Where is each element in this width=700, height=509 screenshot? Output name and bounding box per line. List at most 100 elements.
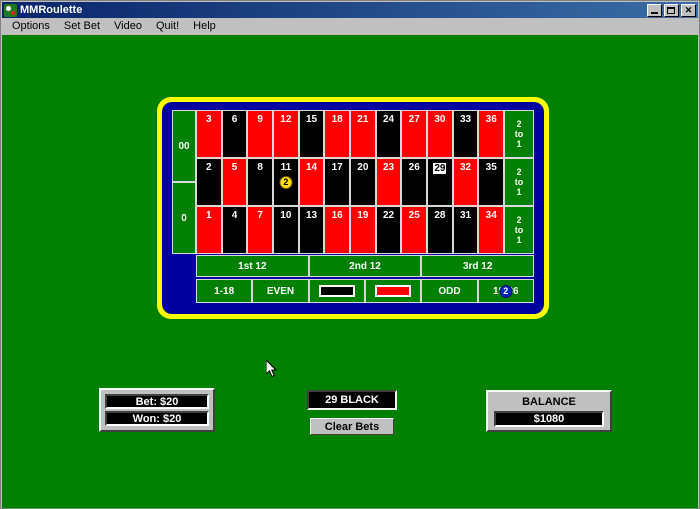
number-label: 26 — [408, 162, 420, 173]
bet-chip-19-36[interactable]: 2 — [499, 284, 513, 298]
number-label: 4 — [231, 210, 238, 221]
bet-cell-20[interactable]: 20 — [350, 158, 376, 206]
bet-cell-11[interactable]: 11 2 — [273, 158, 299, 206]
number-label: 11 — [280, 162, 292, 173]
balance-label: BALANCE — [522, 396, 576, 408]
column-bet-line3: 1 — [516, 187, 522, 197]
bet-cell-28[interactable]: 28 — [427, 206, 453, 254]
menu-item-quit[interactable]: Quit! — [149, 19, 186, 34]
bet-cell-30[interactable]: 30 — [427, 110, 453, 158]
menu-item-video[interactable]: Video — [107, 19, 149, 34]
bet-cell-27[interactable]: 27 — [401, 110, 428, 158]
bet-cell-1[interactable]: 1 — [196, 206, 222, 254]
outside-bet-label: EVEN — [266, 285, 295, 297]
window-controls: ✕ — [647, 3, 696, 17]
number-label: 16 — [331, 210, 343, 221]
bet-cell-29[interactable]: 29 — [427, 158, 453, 206]
icon-ball-red — [11, 10, 15, 15]
won-amount-display: Won: $20 — [105, 411, 209, 426]
bet-cell-33[interactable]: 33 — [452, 110, 479, 158]
bet-cell-23[interactable]: 23 — [375, 158, 402, 206]
bet-cell-4[interactable]: 4 — [221, 206, 248, 254]
bet-cell-25[interactable]: 25 — [401, 206, 428, 254]
window-title: MMRoulette — [20, 4, 83, 16]
maximize-button[interactable] — [664, 3, 679, 17]
number-label: 34 — [485, 210, 497, 221]
bet-cell-9[interactable]: 9 — [247, 110, 274, 158]
bet-cell-21[interactable]: 21 — [350, 110, 376, 158]
bet-cell-31[interactable]: 31 — [452, 206, 479, 254]
bet-cell-2nd-12[interactable]: 2nd 12 — [308, 255, 422, 277]
number-label: 7 — [257, 210, 263, 221]
bet-cell-0[interactable]: 0 — [172, 182, 196, 254]
numbers-columns: 3 6 9 12 15 18 21 24 27 30 33 36 2 5 8 11 2 14 17 20 23 26 29… — [196, 110, 505, 254]
menu-item-set-bet[interactable]: Set Bet — [57, 19, 107, 34]
number-row-middle: 2 5 8 11 2 14 17 20 23 26 29 32 35 — [196, 158, 505, 206]
number-label: 35 — [485, 162, 497, 173]
bet-cell-3[interactable]: 3 — [196, 110, 222, 158]
bet-cell-13[interactable]: 13 — [298, 206, 325, 254]
menu-item-help[interactable]: Help — [186, 19, 223, 34]
bet-cell-19[interactable]: 19 — [350, 206, 376, 254]
bet-cell-32[interactable]: 32 — [452, 158, 479, 206]
number-label: 28 — [434, 210, 446, 221]
number-label: 12 — [280, 114, 292, 125]
bet-cell-black[interactable] — [308, 279, 365, 303]
column-bet-bottom[interactable]: 2 to 1 — [504, 206, 534, 254]
menu-item-options[interactable]: Options — [5, 19, 57, 34]
result-display: 29 BLACK — [307, 390, 397, 410]
bet-cell-35[interactable]: 35 — [478, 158, 505, 206]
bet-cell-1-18[interactable]: 1-18 — [196, 279, 253, 303]
bet-cell-2[interactable]: 2 — [196, 158, 222, 206]
number-label: 20 — [357, 162, 369, 173]
bet-cell-34[interactable]: 34 — [478, 206, 505, 254]
game-play-area: 00 0 3 6 9 12 15 18 21 24 27 30 33 36 2 5 8 11 2 14 17 20 2… — [2, 35, 698, 508]
number-label: 5 — [231, 162, 238, 173]
number-label: 24 — [382, 114, 395, 125]
zero-column: 00 0 — [172, 110, 196, 254]
bet-cell-14[interactable]: 14 — [298, 158, 325, 206]
column-bet-line3: 1 — [516, 235, 522, 245]
black-color-swatch — [318, 285, 355, 297]
number-label: 33 — [459, 114, 472, 125]
mouse-cursor-icon — [266, 360, 278, 378]
bet-cell-16[interactable]: 16 — [324, 206, 351, 254]
bet-cell-3rd-12[interactable]: 3rd 12 — [421, 255, 535, 277]
bet-cell-00[interactable]: 00 — [172, 110, 196, 182]
icon-ball-white — [6, 5, 11, 11]
column-bet-line1: 2 — [516, 215, 522, 225]
bet-cell-5[interactable]: 5 — [221, 158, 248, 206]
bet-chip-11[interactable]: 2 — [279, 176, 293, 189]
bet-cell-19-36[interactable]: 19-362 — [477, 279, 534, 303]
bet-cell-odd[interactable]: ODD — [421, 279, 478, 303]
bet-cell-24[interactable]: 24 — [375, 110, 402, 158]
number-label: 8 — [257, 162, 263, 173]
column-bet-top[interactable]: 2 to 1 — [504, 110, 534, 158]
number-label: 1 — [206, 210, 212, 221]
bet-cell-red[interactable] — [364, 279, 422, 303]
bet-cell-even[interactable]: EVEN — [252, 279, 309, 303]
close-button[interactable]: ✕ — [681, 3, 696, 17]
roulette-icon — [4, 3, 17, 17]
bet-cell-15[interactable]: 15 — [298, 110, 325, 158]
outside-bet-label: ODD — [438, 285, 461, 297]
column-bet-middle[interactable]: 2 to 1 — [504, 158, 534, 206]
bet-cell-17[interactable]: 17 — [324, 158, 351, 206]
number-label: 27 — [408, 114, 420, 125]
balance-panel: BALANCE $1080 — [486, 390, 612, 432]
bet-cell-26[interactable]: 26 — [401, 158, 428, 206]
bet-cell-22[interactable]: 22 — [375, 206, 402, 254]
bet-cell-10[interactable]: 10 — [273, 206, 299, 254]
bet-cell-12[interactable]: 12 — [273, 110, 299, 158]
bet-cell-7[interactable]: 7 — [247, 206, 274, 254]
number-label: 9 — [257, 114, 263, 125]
bet-cell-18[interactable]: 18 — [324, 110, 351, 158]
minimize-button[interactable] — [647, 3, 662, 17]
clear-bets-button[interactable]: Clear Bets — [310, 418, 394, 435]
bet-cell-6[interactable]: 6 — [221, 110, 248, 158]
bet-cell-8[interactable]: 8 — [247, 158, 274, 206]
number-grid-section: 00 0 3 6 9 12 15 18 21 24 27 30 33 36 2 5 8 11 2 14 17 20 2… — [172, 110, 534, 254]
title-bar: MMRoulette ✕ — [2, 2, 698, 18]
bet-cell-1st-12[interactable]: 1st 12 — [196, 255, 309, 277]
bet-cell-36[interactable]: 36 — [478, 110, 505, 158]
